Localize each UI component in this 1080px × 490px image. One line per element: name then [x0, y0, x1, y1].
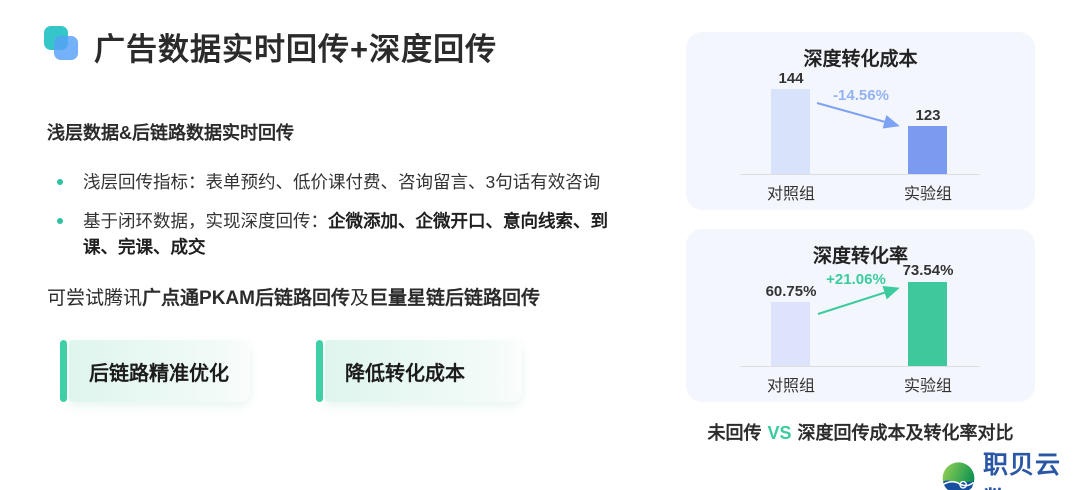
chart-card-cost: 深度转化成本 144 -14.56% 123 对照组 实验组 [686, 32, 1035, 210]
blue-square-icon [54, 36, 78, 60]
page-title: 广告数据实时回传+深度回传 [94, 32, 498, 67]
caption-pre: 未回传 [707, 423, 762, 443]
bar-control-group [771, 302, 810, 366]
up-arrow-icon [817, 285, 900, 315]
caption-post: 深度回传成本及转化率对比 [797, 423, 1014, 443]
logo-globe-icon [942, 462, 975, 490]
chart-card-rate: 深度转化率 60.75% +21.06% 73.54% 对照组 实验组 [686, 229, 1035, 402]
x-axis-label: 实验组 [903, 186, 952, 203]
x-axis-line [740, 366, 980, 367]
tag-label: 后链路精准优化 [69, 340, 250, 402]
subtitle: 浅层数据&后链路数据实时回传 [47, 123, 294, 143]
x-axis-line [740, 174, 980, 175]
tag-accent-bar [316, 340, 323, 402]
x-axis-label: 对照组 [766, 378, 815, 395]
note-normal: 可尝试腾讯 [47, 288, 143, 309]
bar-test-group [908, 126, 947, 174]
bullet-dot-icon [57, 179, 63, 185]
charts-caption: 未回传 VS 深度回传成本及转化率对比 [686, 419, 1035, 445]
note-bold: 广点通PKAM后链路回传 [142, 288, 350, 309]
x-axis-label: 对照组 [766, 186, 815, 203]
note-line: 可尝试腾讯广点通PKAM后链路回传及巨量星链后链路回传 [47, 283, 540, 310]
chart-title: 深度转化率 [812, 246, 908, 267]
bar-test-group [908, 282, 947, 366]
logo-text: 职贝云数 [983, 451, 1062, 490]
bullet-dot-icon [57, 218, 63, 224]
bar-control-group [771, 89, 810, 174]
tag-backlink-optimization: 后链路精准优化 [60, 340, 250, 402]
bar-value-label: 123 [915, 107, 941, 124]
slide: 广告数据实时回传+深度回传 浅层数据&后链路数据实时回传 浅层回传指标：表单预约… [0, 0, 1080, 490]
note-bold: 巨量星链后链路回传 [368, 288, 540, 309]
tag-lower-cost: 降低转化成本 [316, 340, 522, 402]
tag-label: 降低转化成本 [325, 340, 522, 402]
bullet-list: 浅层回传指标：表单预约、低价课付费、咨询留言、3句话有效咨询 基于闭环数据，实现… [55, 169, 627, 273]
bullet-text: 浅层回传指标：表单预约、低价课付费、咨询留言、3句话有效咨询 [83, 172, 601, 192]
note-normal: 及 [349, 288, 369, 309]
bullet-item: 浅层回传指标：表单预约、低价课付费、咨询留言、3句话有效咨询 [55, 169, 627, 195]
caption-vs: VS [767, 423, 792, 443]
bar-value-label: 144 [778, 70, 804, 87]
bullet-item: 基于闭环数据，实现深度回传：企微添加、企微开口、意向线索、到课、完课、成交 [55, 208, 627, 260]
bullet-text: 基于闭环数据，实现深度回传： [83, 211, 328, 231]
tag-accent-bar [60, 340, 67, 402]
x-axis-label: 实验组 [903, 378, 952, 395]
company-logo: 职贝云数 [938, 445, 1080, 490]
chart-title: 深度转化成本 [803, 49, 918, 70]
title-squares-icon [44, 26, 84, 66]
bar-value-label: 73.54% [902, 262, 954, 279]
